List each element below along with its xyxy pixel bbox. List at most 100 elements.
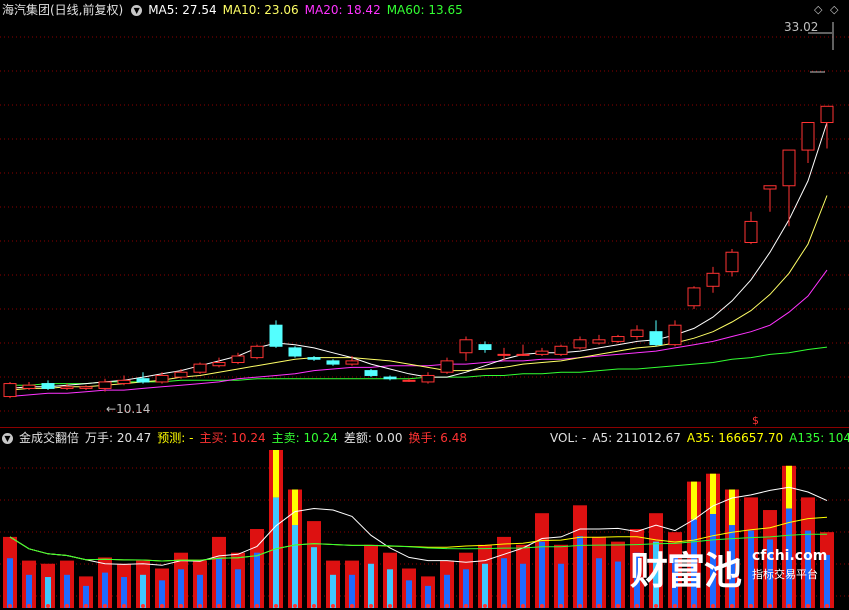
candle-up: [345, 360, 359, 365]
candle-up: [820, 105, 834, 124]
candle-up: [706, 272, 720, 287]
volume-dot: [141, 604, 145, 608]
chevron-down-icon[interactable]: ▼: [2, 433, 13, 444]
volume-inner-bar: [463, 569, 469, 608]
a35-value: A35: 166657.70: [686, 431, 784, 445]
candle-up: [174, 371, 188, 378]
volume-dot: [217, 604, 221, 608]
candle-up: [535, 350, 549, 355]
watermark-brand: 财富池: [630, 549, 742, 593]
volume-dot: [768, 604, 772, 608]
volume-inner-bar: [520, 563, 526, 608]
volume-dot: [407, 604, 411, 608]
volume-inner-bar: [311, 547, 317, 608]
volume-inner-bar: [558, 563, 564, 608]
candle-up: [516, 353, 530, 356]
volume-inner-bar: [140, 574, 146, 608]
volume-inner-bar: [539, 541, 545, 608]
candle-up: [611, 336, 625, 342]
candle-up: [79, 386, 93, 389]
candle-up: [421, 374, 435, 383]
volume-dot: [616, 604, 620, 608]
volume-inner-bar: [216, 558, 222, 608]
volume-dot: [388, 604, 392, 608]
volume-dot: [236, 604, 240, 608]
candle-up: [155, 374, 169, 383]
candle-up: [459, 339, 473, 354]
volume-dot: [654, 604, 658, 608]
volume-dot: [787, 604, 791, 608]
volume-dot: [179, 604, 183, 608]
candle-down: [136, 378, 150, 383]
volume-inner-bar: [596, 558, 602, 608]
candle-up: [554, 345, 568, 355]
volume-dot: [255, 604, 259, 608]
volume-inner-bar: [273, 497, 279, 608]
volume-dot: [27, 604, 31, 608]
candle-up: [231, 355, 245, 363]
volume-inner-bar: [292, 525, 298, 608]
wanshou-value: 万手: 20.47: [85, 431, 152, 445]
volume-inner-bar: [178, 569, 184, 608]
volume-inner-bar: [159, 580, 165, 608]
candle-up: [22, 384, 36, 389]
candle-down: [41, 383, 55, 389]
volume-dot: [293, 604, 297, 608]
volume-inner-bar: [197, 574, 203, 608]
volume-dot: [198, 604, 202, 608]
candle-up: [592, 339, 606, 344]
a5-value: A5: 211012.67: [592, 431, 681, 445]
watermark-domain: cfchi.com: [752, 548, 828, 564]
watermark-logo: 财富池 cfchi.com 指标交易平台: [630, 538, 830, 593]
volume-dot: [540, 604, 544, 608]
volume-dot: [65, 604, 69, 608]
candle-up: [440, 360, 454, 373]
ma5-line: [9, 122, 828, 389]
volume-dot: [122, 604, 126, 608]
volume-inner-bar: [64, 574, 70, 608]
vol-header: VOL: - A5: 211012.67 A35: 166657.70 A135: 1…: [550, 428, 849, 448]
volume-inner-bar: [615, 561, 621, 608]
volume-dot: [730, 604, 734, 608]
volume-inner-bar: [368, 563, 374, 608]
volume-inner-bar: [330, 574, 336, 608]
candle-up: [250, 345, 264, 359]
indicator-title: 金成交翻倍: [19, 431, 80, 445]
candle-up: [402, 379, 416, 382]
price-chart[interactable]: [0, 0, 849, 430]
candle-down: [383, 376, 397, 380]
volume-inner-bar: [254, 552, 260, 608]
volume-highlight: [691, 481, 697, 520]
volume-highlight: [729, 489, 735, 526]
volume-dot: [331, 604, 335, 608]
candle-up: [725, 251, 739, 273]
volume-dot: [84, 604, 88, 608]
candle-down: [649, 331, 663, 346]
volume-inner-bar: [444, 574, 450, 608]
volume-inner-bar: [7, 558, 13, 608]
volume-dot: [825, 604, 829, 608]
volume-inner-bar: [577, 536, 583, 608]
zhumai2-value: 主卖: 10.24: [271, 431, 338, 445]
candle-up: [3, 383, 17, 398]
volume-dot: [312, 604, 316, 608]
volume-dot: [483, 604, 487, 608]
candle-up: [668, 324, 682, 346]
volume-dot: [464, 604, 468, 608]
volume-dot: [160, 604, 164, 608]
a135-value: A135: 1044: [789, 431, 849, 445]
candle-up: [212, 361, 226, 367]
ma10-line: [9, 195, 828, 391]
volume-dot: [635, 604, 639, 608]
volume-inner-bar: [235, 569, 241, 608]
volume-inner-bar: [121, 577, 127, 608]
candle-up: [573, 339, 587, 349]
candle-up: [630, 329, 644, 338]
candle-down: [269, 324, 283, 347]
volume-dot: [274, 604, 278, 608]
indicator-header: ▼ 金成交翻倍 万手: 20.47 预测: - 主买: 10.24 主卖: 10.24 差额…: [2, 428, 473, 448]
volume-inner-bar: [102, 572, 108, 608]
volume-inner-bar: [45, 577, 51, 608]
volume-dot: [673, 604, 677, 608]
yuce-value: 预测: -: [157, 431, 194, 445]
